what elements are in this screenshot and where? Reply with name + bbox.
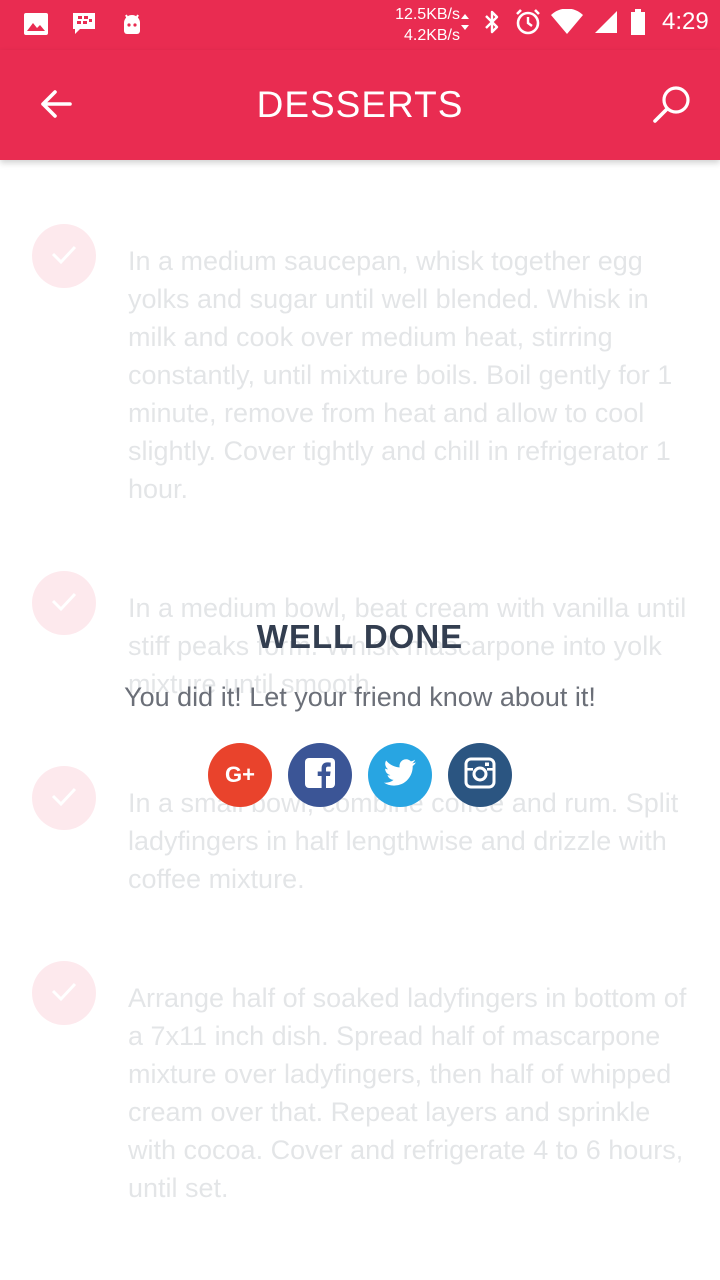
- facebook-icon: [304, 757, 336, 794]
- twitter-icon: [383, 758, 417, 792]
- step-check-button[interactable]: [32, 766, 96, 830]
- alarm-icon: [514, 8, 542, 36]
- share-instagram-button[interactable]: [448, 743, 512, 807]
- step-check-button[interactable]: [32, 961, 96, 1025]
- search-button[interactable]: [644, 78, 700, 134]
- app-bar: DESSERTS: [0, 50, 720, 160]
- share-facebook-button[interactable]: [288, 743, 352, 807]
- bluetooth-icon: [478, 8, 506, 36]
- net-up-speed: 12.5KB/s: [395, 6, 460, 23]
- notification-icons: [22, 10, 146, 38]
- clock: 4:29: [662, 8, 709, 35]
- checkmark-icon: [50, 590, 78, 617]
- status-bar: 12.5KB/s 4.2KB/s 4:29: [0, 0, 720, 50]
- search-icon: [651, 83, 693, 130]
- instagram-icon: [464, 757, 496, 794]
- step-text: In a medium saucepan, whisk together egg…: [128, 246, 673, 504]
- wifi-icon: [550, 8, 584, 36]
- dialog-title: WELL DONE: [256, 618, 464, 655]
- arrows-updown-icon: [460, 8, 470, 36]
- battery-icon: [628, 8, 648, 36]
- checkmark-icon: [50, 785, 78, 812]
- checkmark-icon: [50, 243, 78, 270]
- back-button[interactable]: [30, 80, 82, 132]
- share-buttons: G+: [208, 743, 512, 807]
- checkmark-icon: [50, 980, 78, 1007]
- system-icons: 4:29: [460, 8, 709, 36]
- gallery-icon: [22, 10, 50, 38]
- network-speed: 12.5KB/s 4.2KB/s: [362, 4, 460, 46]
- step-check-button[interactable]: [32, 224, 96, 288]
- net-down-speed: 4.2KB/s: [403, 27, 460, 44]
- share-google-plus-button[interactable]: G+: [208, 743, 272, 807]
- bbm-icon: [70, 10, 98, 38]
- page-title: DESSERTS: [256, 84, 464, 125]
- signal-icon: [592, 8, 620, 36]
- android-icon: [118, 10, 146, 38]
- google-plus-icon: G+: [225, 762, 255, 787]
- arrow-left-icon: [38, 88, 74, 125]
- step-text: Arrange half of soaked ladyfingers in bo…: [128, 983, 687, 1203]
- recipe-steps: In a medium saucepan, whisk together egg…: [0, 160, 720, 1280]
- share-twitter-button[interactable]: [368, 743, 432, 807]
- dialog-message: You did it! Let your friend know about i…: [124, 682, 596, 712]
